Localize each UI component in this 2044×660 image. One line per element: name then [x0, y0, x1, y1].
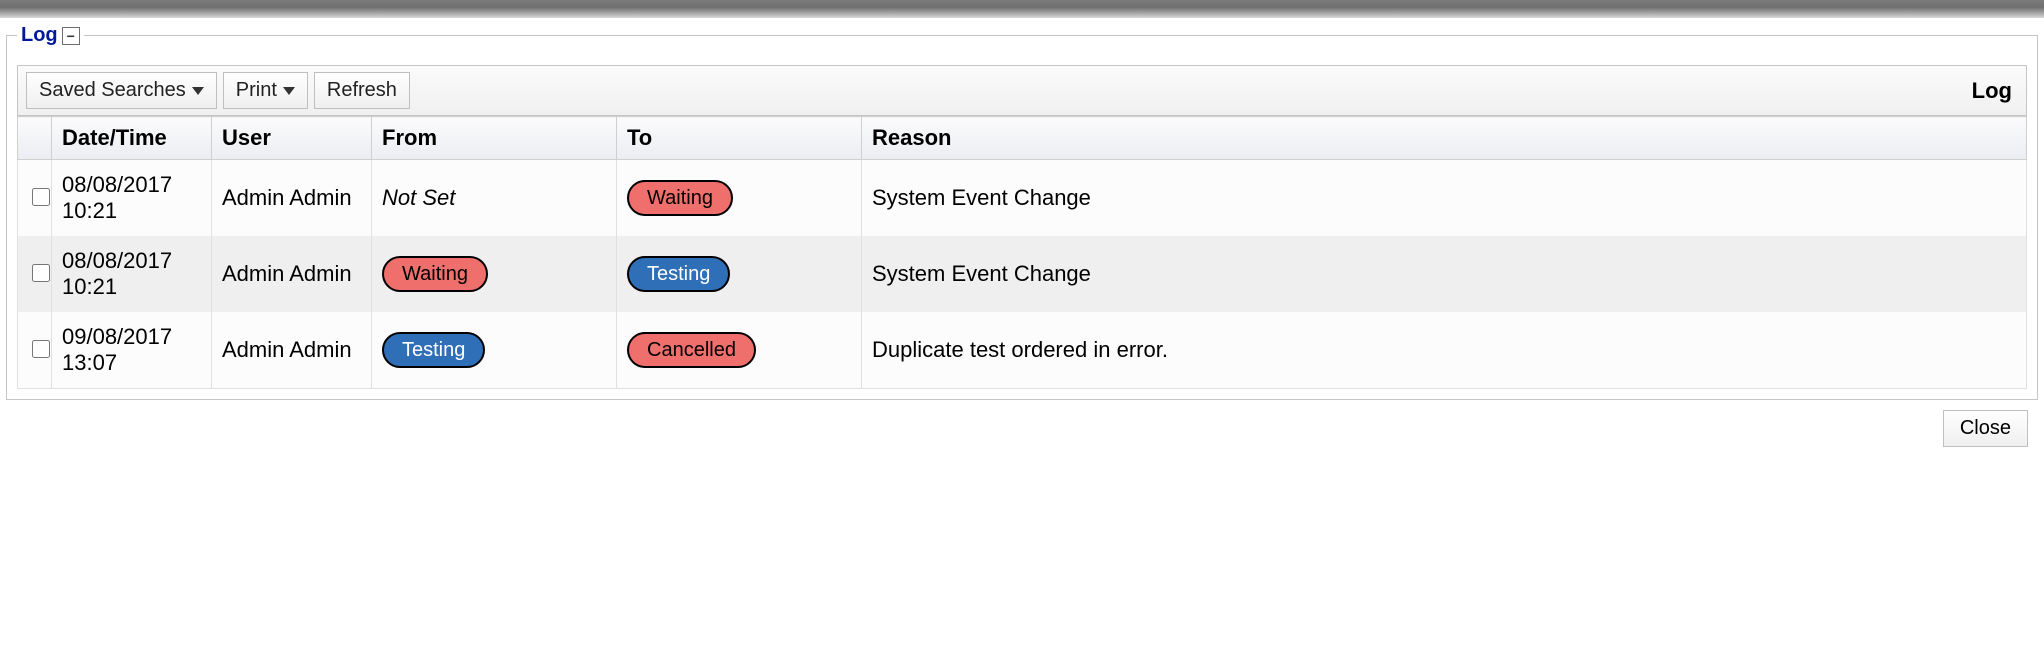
cell-datetime: 09/08/2017 13:07 — [52, 312, 212, 389]
refresh-button[interactable]: Refresh — [314, 72, 410, 109]
table-row[interactable]: 08/08/2017 10:21Admin Admin Not Set Waitin… — [18, 160, 2027, 237]
header-row: Date/Time User From To Reason — [18, 117, 2027, 160]
cell-reason: System Event Change — [862, 236, 2027, 312]
print-label: Print — [236, 79, 277, 102]
cell-user: Admin Admin — [212, 312, 372, 389]
status-badge: Waiting — [627, 180, 733, 216]
cell-reason: Duplicate test ordered in error. — [862, 312, 2027, 389]
col-to[interactable]: To — [617, 117, 862, 160]
cell-user: Admin Admin — [212, 160, 372, 237]
cell-to: Cancelled — [617, 312, 862, 389]
table-row[interactable]: 09/08/2017 13:07Admin Admin Testing Cancel… — [18, 312, 2027, 389]
chevron-down-icon — [192, 87, 204, 95]
log-table: Date/Time User From To Reason 08/08/2017… — [17, 116, 2027, 389]
saved-searches-label: Saved Searches — [39, 79, 186, 102]
cell-reason: System Event Change — [862, 160, 2027, 237]
toolbar: Saved Searches Print Refresh Log — [17, 65, 2027, 116]
status-badge: Testing — [627, 256, 730, 292]
cell-from: Waiting — [372, 236, 617, 312]
log-legend-title: Log — [21, 24, 58, 47]
cell-from: Testing — [372, 312, 617, 389]
row-checkbox[interactable] — [32, 340, 50, 358]
cell-datetime: 08/08/2017 10:21 — [52, 236, 212, 312]
col-user[interactable]: User — [212, 117, 372, 160]
table-row[interactable]: 08/08/2017 10:21Admin Admin Waiting Testin… — [18, 236, 2027, 312]
status-badge: Cancelled — [627, 332, 756, 368]
toolbar-title: Log — [1972, 78, 2018, 104]
col-reason[interactable]: Reason — [862, 117, 2027, 160]
status-badge: Waiting — [382, 256, 488, 292]
cell-datetime: 08/08/2017 10:21 — [52, 160, 212, 237]
refresh-label: Refresh — [327, 79, 397, 102]
row-checkbox[interactable] — [32, 264, 50, 282]
col-datetime[interactable]: Date/Time — [52, 117, 212, 160]
print-button[interactable]: Print — [223, 72, 308, 109]
row-checkbox[interactable] — [32, 188, 50, 206]
cell-from: Not Set — [372, 160, 617, 237]
status-badge: Testing — [382, 332, 485, 368]
collapse-toggle-icon[interactable]: − — [62, 27, 80, 45]
status-text: Not Set — [382, 185, 455, 210]
cell-user: Admin Admin — [212, 236, 372, 312]
log-legend: Log − — [17, 24, 84, 47]
col-from[interactable]: From — [372, 117, 617, 160]
log-panel: Log − Saved Searches Print Refresh Log — [6, 24, 2038, 400]
col-checkbox[interactable] — [18, 117, 52, 160]
chevron-down-icon — [283, 87, 295, 95]
window-titlebar — [0, 0, 2044, 18]
saved-searches-button[interactable]: Saved Searches — [26, 72, 217, 109]
cell-to: Testing — [617, 236, 862, 312]
dialog-footer: Close — [6, 400, 2038, 453]
close-button[interactable]: Close — [1943, 410, 2028, 447]
cell-to: Waiting — [617, 160, 862, 237]
